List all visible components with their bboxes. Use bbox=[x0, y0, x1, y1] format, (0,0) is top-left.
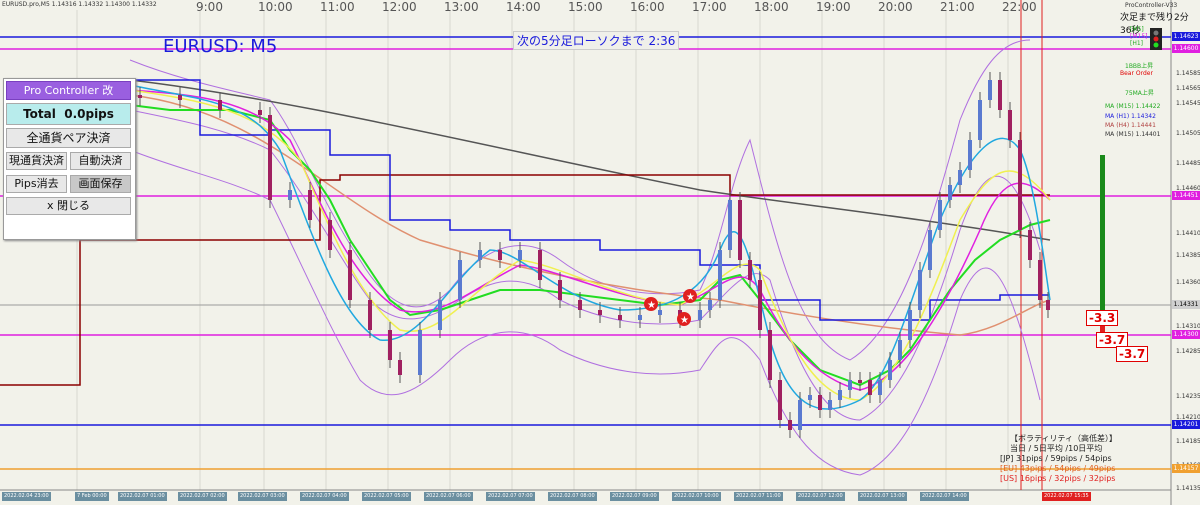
volatility-row-jp: [JP] 31pips / 59pips / 54pips bbox=[1000, 454, 1170, 464]
date-tag: 2022.02.07 01:00 bbox=[118, 492, 167, 501]
volatility-label-eu: [EU] bbox=[1000, 464, 1018, 473]
ma-label: Bear Order bbox=[1120, 70, 1153, 77]
svg-text:★: ★ bbox=[686, 292, 695, 303]
price-chart[interactable]: ★ ★ ★ bbox=[0, 0, 1200, 505]
time-label: 13:00 bbox=[444, 0, 479, 14]
time-label: 11:00 bbox=[320, 0, 355, 14]
price-tick: 1.14310 bbox=[1176, 323, 1200, 330]
pro-controller-title[interactable]: Pro Controller 改 bbox=[6, 81, 131, 100]
price-tag: 1.14623 bbox=[1172, 32, 1200, 41]
price-tick: 1.14505 bbox=[1176, 130, 1200, 137]
symbol-title: EURUSD: M5 bbox=[163, 36, 278, 57]
volatility-value-jp: 31pips / 59pips / 54pips bbox=[1015, 454, 1112, 463]
price-tag: 1.14300 bbox=[1172, 330, 1200, 339]
price-tag: 1.14331 bbox=[1172, 300, 1200, 309]
price-tick: 1.14485 bbox=[1176, 160, 1200, 167]
price-tick: 1.14385 bbox=[1176, 252, 1200, 259]
save-screen-button[interactable]: 画面保存 bbox=[70, 175, 131, 193]
ma-label: MA (M15) 1.14401 bbox=[1105, 131, 1161, 138]
date-tag: 2022.02.07 10:00 bbox=[672, 492, 721, 501]
time-label: 10:00 bbox=[258, 0, 293, 14]
pro-controller-panel: Pro Controller 改 Total 0.0pips 全通貨ペア決済 現… bbox=[3, 78, 136, 240]
ma-label: 1BBB上昇 bbox=[1125, 63, 1154, 70]
time-label: 20:00 bbox=[878, 0, 913, 14]
price-tick: 1.14185 bbox=[1176, 438, 1200, 445]
date-tag: 2022.02.07 06:00 bbox=[424, 492, 473, 501]
time-label: 22:00 bbox=[1002, 0, 1037, 14]
date-tag: 2022.02.04 23:00 bbox=[2, 492, 51, 501]
price-tick: 1.14135 bbox=[1176, 485, 1200, 492]
price-tick: 1.14545 bbox=[1176, 100, 1200, 107]
version-label: ProController-V33 bbox=[1125, 2, 1178, 9]
pips-box: -3.3 bbox=[1086, 310, 1119, 326]
time-label: 19:00 bbox=[816, 0, 851, 14]
date-tag: 2022.02.07 04:00 bbox=[300, 492, 349, 501]
clear-pips-button[interactable]: Pips消去 bbox=[6, 175, 67, 193]
close-panel-button[interactable]: x 閉じる bbox=[6, 197, 131, 215]
date-tag: 2022.02.07 05:00 bbox=[362, 492, 411, 501]
price-tag: 1.14451 bbox=[1172, 191, 1200, 200]
close-current-pair-button[interactable]: 現通貨決済 bbox=[6, 152, 67, 170]
candle-countdown: 次の5分足ローソクまで 2:36 bbox=[513, 31, 680, 50]
total-pips-display: Total 0.0pips bbox=[6, 103, 131, 125]
time-label: 14:00 bbox=[506, 0, 541, 14]
volatility-label-jp: [JP] bbox=[1000, 454, 1014, 463]
date-tag: 2022.02.07 02:00 bbox=[178, 492, 227, 501]
pips-box: -3.7 bbox=[1116, 346, 1149, 362]
volatility-header: 当日 / 5日平均 /10日平均 bbox=[1010, 444, 1103, 453]
date-tag: 7 Feb 00:00 bbox=[75, 492, 109, 501]
time-label: 18:00 bbox=[754, 0, 789, 14]
time-label: 16:00 bbox=[630, 0, 665, 14]
date-tag: 2022.02.07 08:00 bbox=[548, 492, 597, 501]
time-label: 15:00 bbox=[568, 0, 603, 14]
volatility-label-us: [US] bbox=[1000, 474, 1018, 483]
date-tag: 2022.02.07 12:00 bbox=[796, 492, 845, 501]
time-label: 12:00 bbox=[382, 0, 417, 14]
price-tick: 1.14235 bbox=[1176, 393, 1200, 400]
price-tick: 1.14585 bbox=[1176, 70, 1200, 77]
price-tag: 1.14600 bbox=[1172, 44, 1200, 53]
total-label: Total bbox=[23, 107, 56, 121]
ma-label: [H1] bbox=[1130, 40, 1144, 47]
ma-label: MA (H4) 1.14441 bbox=[1105, 122, 1156, 129]
date-tag: 2022.02.07 14:00 bbox=[920, 492, 969, 501]
date-tag: 2022.02.07 11:00 bbox=[734, 492, 783, 501]
ma-label: [M5] bbox=[1130, 26, 1144, 33]
ma-label: 75MA上昇 bbox=[1125, 90, 1154, 97]
close-all-pairs-button[interactable]: 全通貨ペア決済 bbox=[6, 128, 131, 148]
price-tick: 1.14360 bbox=[1176, 279, 1200, 286]
symbol-info: EURUSD.pro,M5 1.14316 1.14332 1.14300 1.… bbox=[2, 1, 157, 8]
svg-text:★: ★ bbox=[647, 300, 656, 311]
date-tag: 2022.02.07 03:00 bbox=[238, 492, 287, 501]
volatility-value-eu: 43pips / 54pips / 49pips bbox=[1019, 464, 1116, 473]
date-tag: 2022.02.07 15:35 bbox=[1042, 492, 1091, 501]
date-tag: 2022.02.07 07:00 bbox=[486, 492, 535, 501]
date-tag: 2022.02.07 13:00 bbox=[858, 492, 907, 501]
volatility-value-us: 16pips / 32pips / 32pips bbox=[1019, 474, 1116, 483]
volatility-title: 【ボラティリティ（高低差）】 bbox=[1010, 434, 1118, 443]
date-tag: 2022.02.07 09:00 bbox=[610, 492, 659, 501]
volatility-row-eu: [EU] 43pips / 54pips / 49pips bbox=[1000, 464, 1170, 474]
volatility-row-us: [US] 16pips / 32pips / 32pips bbox=[1000, 474, 1170, 484]
ma-label: MA (H1) 1.14342 bbox=[1105, 113, 1156, 120]
time-label: 9:00 bbox=[196, 0, 223, 14]
volatility-panel: 【ボラティリティ（高低差）】 当日 / 5日平均 /10日平均 [JP] 31p… bbox=[1000, 434, 1170, 484]
ma-label: [M15] bbox=[1130, 33, 1148, 40]
ma-label: MA (M15) 1.14422 bbox=[1105, 103, 1161, 110]
price-tick: 1.14410 bbox=[1176, 230, 1200, 237]
pips-green-bar bbox=[1100, 155, 1105, 315]
auto-close-button[interactable]: 自動決済 bbox=[70, 152, 131, 170]
price-tag: 1.14201 bbox=[1172, 420, 1200, 429]
price-tick: 1.14285 bbox=[1176, 348, 1200, 355]
price-tick: 1.14565 bbox=[1176, 85, 1200, 92]
svg-text:★: ★ bbox=[680, 315, 689, 326]
price-tag: 1.14157 bbox=[1172, 464, 1200, 473]
total-value: 0.0pips bbox=[64, 107, 114, 121]
time-label: 17:00 bbox=[692, 0, 727, 14]
time-label: 21:00 bbox=[940, 0, 975, 14]
